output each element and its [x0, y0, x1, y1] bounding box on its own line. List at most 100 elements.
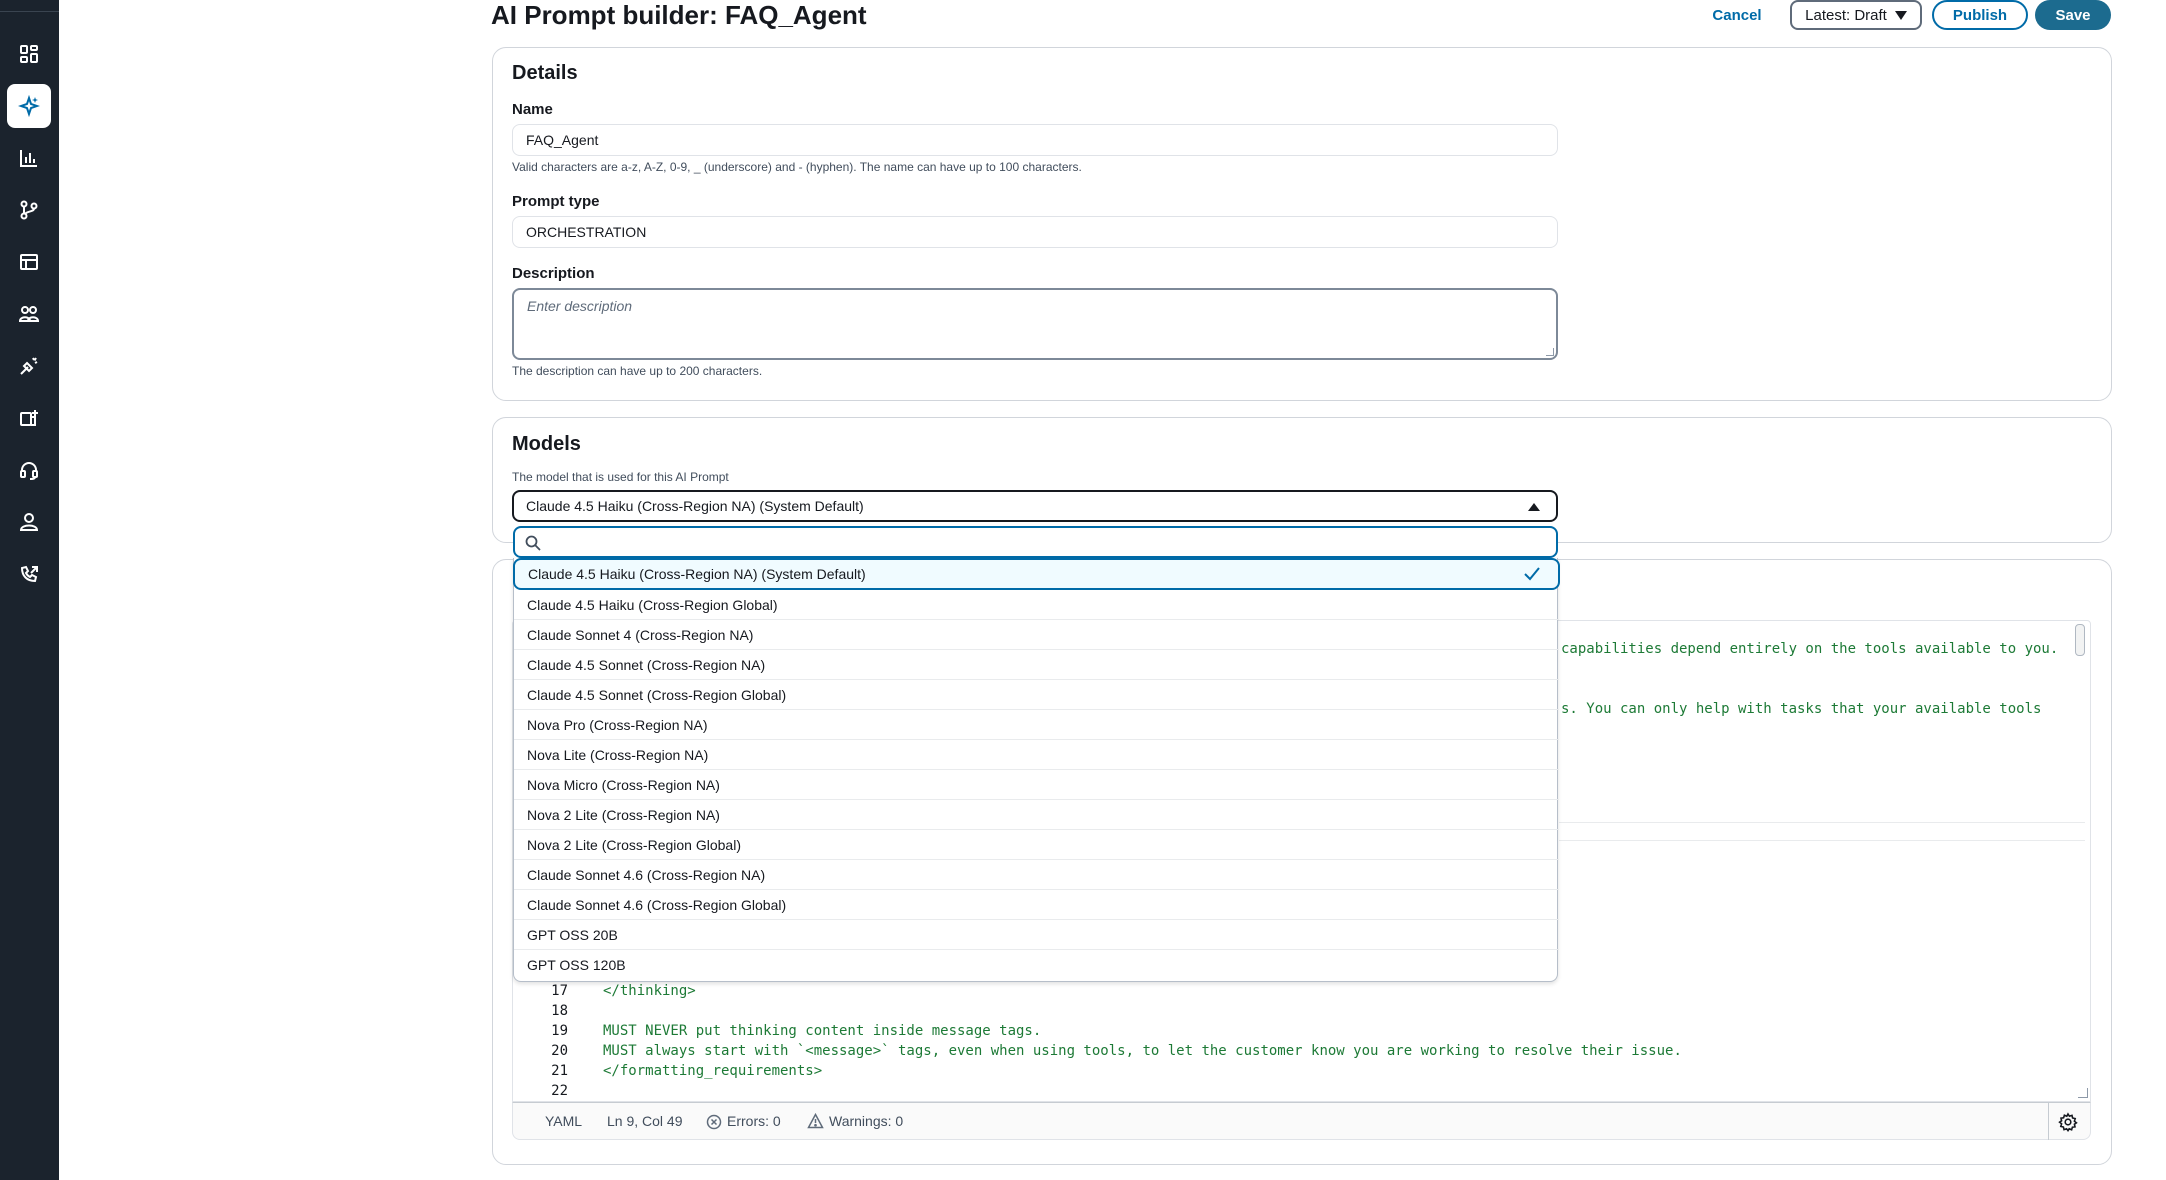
model-option-label: GPT OSS 20B — [527, 926, 618, 943]
editor-scrollbar-thumb[interactable] — [2075, 624, 2085, 656]
table-layout-icon — [20, 254, 38, 270]
editor-status-bar: YAML Ln 9, Col 49 Errors: 0 Warnings: 0 — [512, 1102, 2091, 1140]
models-card — [492, 417, 2112, 543]
model-option-label: Nova 2 Lite (Cross-Region Global) — [527, 836, 741, 853]
model-option[interactable]: Claude 4.5 Sonnet (Cross-Region NA) — [514, 650, 1559, 680]
code-line-partial: s. You can only help with tasks that you… — [1561, 701, 2042, 717]
model-option-label: Nova Pro (Cross-Region NA) — [527, 716, 708, 733]
model-option-label: GPT OSS 120B — [527, 957, 626, 973]
sidebar-item-ai-agents[interactable] — [7, 84, 51, 128]
sidebar-item-routing[interactable] — [7, 552, 51, 596]
line-number: 17 — [551, 983, 568, 999]
gear-icon[interactable] — [2058, 1112, 2078, 1132]
model-option[interactable]: Nova 2 Lite (Cross-Region NA) — [514, 800, 1559, 830]
sidebar-item-flows[interactable] — [7, 188, 51, 232]
model-option[interactable]: Nova 2 Lite (Cross-Region Global) — [514, 830, 1559, 860]
model-option[interactable]: Nova Lite (Cross-Region NA) — [514, 740, 1559, 770]
description-hint: The description can have up to 200 chara… — [512, 364, 763, 378]
search-icon — [525, 535, 541, 551]
model-option[interactable]: Claude 4.5 Haiku (Cross-Region NA) (Syst… — [513, 558, 1560, 590]
sidebar-item-queues[interactable] — [7, 396, 51, 440]
prompt-type-field: ORCHESTRATION — [512, 216, 1558, 248]
line-number: 21 — [551, 1063, 568, 1079]
sidebar-divider — [0, 11, 59, 12]
line-number: 19 — [551, 1023, 568, 1039]
models-hint: The model that is used for this AI Promp… — [512, 470, 729, 484]
model-option[interactable]: GPT OSS 120B — [514, 950, 1559, 980]
sidebar-item-users[interactable] — [7, 292, 51, 336]
models-heading: Models — [512, 433, 581, 455]
phone-routing-icon — [20, 565, 38, 583]
model-option-label: Nova Micro (Cross-Region NA) — [527, 776, 720, 793]
model-option-label: Claude 4.5 Sonnet (Cross-Region Global) — [527, 686, 787, 703]
queue-add-icon — [20, 410, 38, 426]
model-option-label: Claude 4.5 Haiku (Cross-Region Global) — [527, 596, 778, 613]
editor-divider — [1559, 822, 2085, 823]
name-label: Name — [512, 101, 553, 118]
flow-branch-icon — [20, 200, 38, 220]
code-line: MUST always start with `<message>` tags,… — [603, 1043, 1682, 1059]
page-title: AI Prompt builder: FAQ_Agent — [491, 0, 867, 30]
model-dropdown-list: Claude 4.5 Haiku (Cross-Region NA) (Syst… — [513, 558, 1560, 982]
description-placeholder: Enter description — [527, 298, 633, 314]
caret-up-icon — [1528, 503, 1540, 511]
dashboard-icon — [20, 45, 38, 63]
code-line: MUST NEVER put thinking content inside m… — [603, 1023, 1042, 1039]
cancel-button[interactable]: Cancel — [1700, 2, 1774, 28]
model-option[interactable]: Claude 4.5 Sonnet (Cross-Region Global) — [514, 680, 1559, 710]
error-circle-icon — [706, 1114, 722, 1130]
name-hint: Valid characters are a-z, A-Z, 0-9, _ (u… — [512, 160, 1082, 174]
model-option[interactable]: Claude 4.5 Haiku (Cross-Region Global) — [514, 590, 1559, 620]
description-textarea[interactable]: Enter description — [512, 288, 1558, 360]
model-option-label: Claude Sonnet 4.6 (Cross-Region Global) — [527, 896, 787, 913]
resize-grip-icon[interactable] — [1546, 348, 1554, 356]
status-divider — [2048, 1103, 2049, 1140]
model-option-label: Claude 4.5 Haiku (Cross-Region NA) (Syst… — [528, 566, 866, 582]
user-icon — [19, 513, 39, 531]
sidebar — [0, 0, 59, 1180]
model-search-input[interactable] — [513, 526, 1558, 558]
version-select[interactable]: Latest: Draft — [1790, 0, 1922, 30]
save-button[interactable]: Save — [2035, 0, 2111, 30]
model-option-label: Nova 2 Lite (Cross-Region NA) — [527, 806, 720, 823]
publish-button[interactable]: Publish — [1932, 0, 2028, 30]
headset-icon — [20, 462, 38, 480]
sidebar-item-rules[interactable] — [7, 344, 51, 388]
model-option-label: Nova Lite (Cross-Region NA) — [527, 746, 709, 763]
status-errors: Errors: 0 — [727, 1113, 781, 1129]
editor-resize-grip-icon[interactable] — [2078, 1088, 2088, 1098]
name-input[interactable]: FAQ_Agent — [512, 124, 1558, 156]
sidebar-item-profile[interactable] — [7, 500, 51, 544]
code-line-partial: capabilities depend entirely on the tool… — [1561, 641, 2059, 657]
line-number: 18 — [551, 1003, 568, 1019]
model-option-label: Claude 4.5 Sonnet (Cross-Region NA) — [527, 656, 766, 673]
model-option[interactable]: GPT OSS 20B — [514, 920, 1559, 950]
model-option[interactable]: Claude Sonnet 4 (Cross-Region NA) — [514, 620, 1559, 650]
sidebar-item-dashboard[interactable] — [7, 32, 51, 76]
model-option[interactable]: Nova Micro (Cross-Region NA) — [514, 770, 1559, 800]
status-warnings: Warnings: 0 — [829, 1113, 904, 1129]
model-option[interactable]: Nova Pro (Cross-Region NA) — [514, 710, 1559, 740]
sidebar-item-contact-control[interactable] — [7, 448, 51, 492]
version-select-label: Latest: Draft — [1805, 6, 1887, 24]
caret-down-icon — [1894, 10, 1907, 20]
ai-sparkle-icon — [18, 95, 40, 117]
details-heading: Details — [512, 62, 578, 84]
sidebar-item-tables[interactable] — [7, 240, 51, 284]
sidebar-item-analytics[interactable] — [7, 136, 51, 180]
model-select-value: Claude 4.5 Haiku (Cross-Region NA) (Syst… — [526, 498, 864, 514]
code-line: </formatting_requirements> — [603, 1063, 823, 1079]
model-option[interactable]: Claude Sonnet 4.6 (Cross-Region NA) — [514, 860, 1559, 890]
warning-triangle-icon — [807, 1113, 824, 1129]
bar-chart-icon — [20, 150, 37, 167]
model-option-label: Claude Sonnet 4.6 (Cross-Region NA) — [527, 866, 766, 883]
model-select[interactable]: Claude 4.5 Haiku (Cross-Region NA) (Syst… — [512, 490, 1558, 522]
description-label: Description — [512, 265, 595, 282]
status-language: YAML — [545, 1113, 583, 1129]
model-option[interactable]: Claude Sonnet 4.6 (Cross-Region Global) — [514, 890, 1559, 920]
rules-icon — [20, 357, 38, 375]
line-number: 22 — [551, 1083, 568, 1099]
code-line: </thinking> — [603, 983, 696, 999]
prompt-type-label: Prompt type — [512, 193, 600, 210]
check-icon — [1524, 567, 1540, 581]
